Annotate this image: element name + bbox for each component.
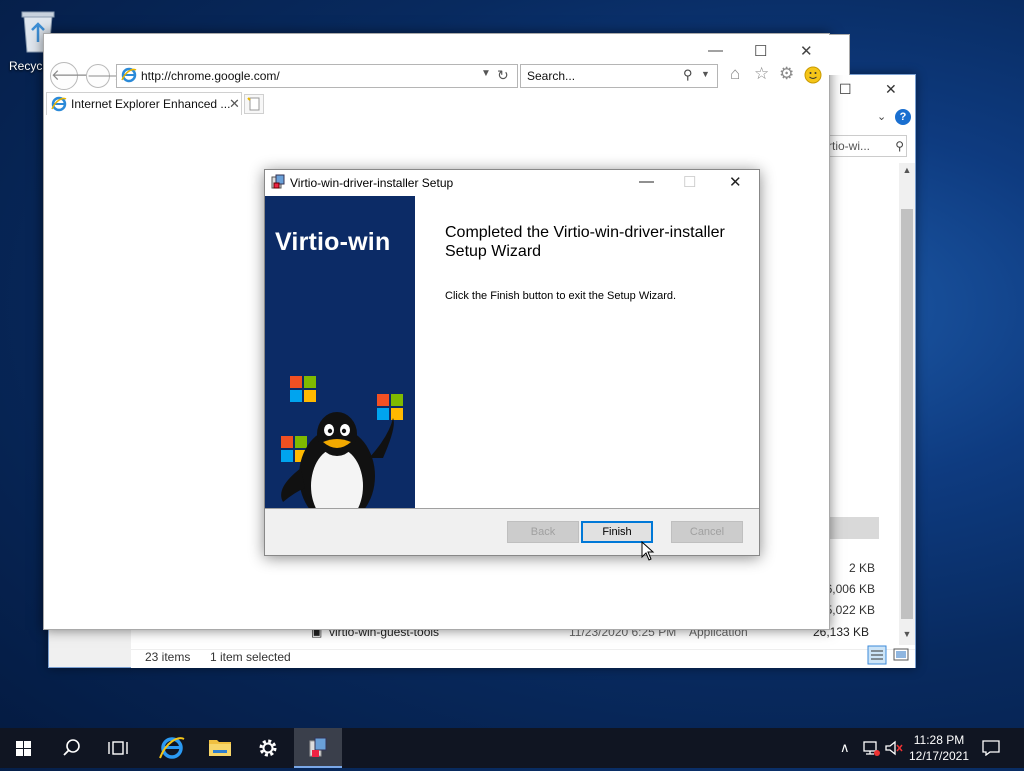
wizard-message: Click the Finish button to exit the Setu… bbox=[445, 290, 677, 302]
explorer-search-input[interactable]: rtio-wi... ⚲ bbox=[823, 135, 907, 157]
explorer-maximize-button[interactable]: ☐ bbox=[839, 81, 852, 98]
explorer-close-button[interactable]: ✕ bbox=[885, 81, 897, 98]
network-icon[interactable] bbox=[862, 740, 880, 756]
back-arrow-icon[interactable]: 🡐 bbox=[50, 62, 91, 90]
clock-date: 12/17/2021 bbox=[908, 749, 970, 763]
recycle-bin-label: Recycl bbox=[9, 59, 46, 73]
installer-icon bbox=[309, 737, 327, 757]
gear-icon bbox=[259, 739, 277, 757]
search-icon[interactable]: ⚲ bbox=[683, 67, 693, 83]
taskbar-settings[interactable] bbox=[244, 728, 292, 768]
address-bar[interactable]: http://chrome.google.com/ ▼ ↻ bbox=[116, 64, 518, 88]
ie-tab-bar: Internet Explorer Enhanced ... ✕ bbox=[44, 92, 829, 115]
ie-close-button[interactable]: ✕ bbox=[800, 42, 813, 60]
ie-search-placeholder: Search... bbox=[527, 69, 576, 83]
dialog-body: Virtio-win Completed the Virtio-win-driv… bbox=[265, 196, 759, 508]
explorer-ribbon-expand-icon[interactable]: ⌄ bbox=[877, 110, 886, 123]
explorer-search-text: rtio-wi... bbox=[828, 139, 870, 153]
system-clock[interactable]: 11:28 PM 12/17/2021 bbox=[906, 732, 972, 764]
dialog-title-bar: Virtio-win-driver-installer Setup — ☐ ✕ bbox=[265, 170, 759, 196]
tab-close-icon[interactable]: ✕ bbox=[229, 96, 240, 112]
setup-dialog[interactable]: Virtio-win-driver-installer Setup — ☐ ✕ … bbox=[264, 169, 760, 556]
navigation-pane-strip bbox=[49, 627, 131, 667]
status-item-count: 23 items bbox=[145, 650, 191, 664]
explorer-status-bar: 23 items 1 item selected bbox=[131, 649, 915, 668]
task-view-icon bbox=[108, 741, 128, 755]
dialog-minimize-button[interactable]: — bbox=[639, 173, 654, 190]
explorer-vertical-scrollbar[interactable]: ▲ ▼ bbox=[899, 163, 915, 645]
ie-logo-icon bbox=[51, 96, 67, 112]
ie-minimize-button[interactable]: — bbox=[708, 42, 723, 59]
taskbar-internet-explorer[interactable] bbox=[148, 728, 196, 768]
forward-arrow-icon[interactable]: 🡒 bbox=[86, 64, 122, 88]
search-dropdown-icon[interactable]: ▼ bbox=[701, 69, 710, 79]
finish-button[interactable]: Finish bbox=[581, 521, 653, 543]
ie-maximize-button[interactable]: ☐ bbox=[754, 42, 767, 60]
mouse-cursor-icon bbox=[641, 541, 655, 561]
dialog-separator bbox=[265, 508, 759, 509]
favorites-star-icon[interactable]: ☆ bbox=[754, 64, 769, 84]
banner-artwork bbox=[281, 376, 403, 508]
feedback-smiley-icon[interactable] bbox=[804, 66, 822, 84]
back-button: Back bbox=[507, 521, 579, 543]
start-button[interactable] bbox=[0, 728, 48, 768]
ie-window-frame bbox=[829, 34, 850, 75]
ie-search-box[interactable]: Search... ⚲ ▼ bbox=[520, 64, 718, 88]
dialog-title: Virtio-win-driver-installer Setup bbox=[290, 176, 454, 190]
volume-muted-icon[interactable] bbox=[884, 740, 904, 756]
home-icon[interactable]: ⌂ bbox=[730, 64, 740, 84]
task-view-button[interactable] bbox=[96, 728, 144, 768]
show-hidden-icons-chevron-icon[interactable]: ∧ bbox=[840, 740, 850, 756]
windows-start-icon bbox=[16, 741, 31, 756]
large-icons-view-icon[interactable] bbox=[891, 645, 911, 665]
settings-gear-icon[interactable]: ⚙ bbox=[779, 64, 794, 84]
ie-logo-icon bbox=[159, 737, 185, 759]
folder-icon bbox=[209, 740, 231, 756]
dialog-close-button[interactable]: ✕ bbox=[729, 173, 742, 191]
search-icon: ⚲ bbox=[895, 139, 904, 153]
taskbar-setup-installer[interactable] bbox=[294, 728, 342, 768]
installer-icon bbox=[271, 174, 285, 189]
dialog-maximize-button: ☐ bbox=[683, 174, 697, 191]
new-tab-button[interactable] bbox=[244, 94, 264, 114]
ie-logo-icon bbox=[121, 67, 137, 83]
windows-logo-icon bbox=[377, 394, 403, 420]
windows-logo-icon bbox=[290, 376, 316, 402]
wizard-heading: Completed the Virtio-win-driver-installe… bbox=[445, 224, 725, 260]
action-center-notification-icon[interactable] bbox=[982, 740, 1000, 756]
scrollbar-thumb[interactable] bbox=[901, 209, 913, 619]
scroll-up-icon[interactable]: ▲ bbox=[899, 165, 915, 175]
refresh-icon[interactable]: ↻ bbox=[497, 67, 509, 84]
clock-time: 11:28 PM bbox=[913, 733, 965, 747]
tab-title: Internet Explorer Enhanced ... bbox=[71, 97, 231, 111]
address-dropdown-icon[interactable]: ▼ bbox=[481, 68, 491, 79]
search-icon bbox=[63, 739, 80, 756]
wizard-banner: Virtio-win bbox=[265, 196, 415, 508]
taskbar: ∧ 11:28 PM 12/17/2021 bbox=[0, 728, 1024, 768]
address-url: http://chrome.google.com/ bbox=[141, 69, 280, 83]
details-view-icon[interactable] bbox=[867, 645, 887, 665]
explorer-selected-row-highlight bbox=[829, 517, 879, 539]
scroll-down-icon[interactable]: ▼ bbox=[899, 629, 915, 639]
status-selected-count: 1 item selected bbox=[210, 650, 291, 664]
taskbar-file-explorer[interactable] bbox=[196, 728, 244, 768]
cancel-button: Cancel bbox=[671, 521, 743, 543]
tab-ie-enhanced[interactable]: Internet Explorer Enhanced ... ✕ bbox=[46, 92, 242, 115]
explorer-help-icon[interactable]: ? bbox=[895, 109, 911, 125]
search-button[interactable] bbox=[48, 728, 96, 768]
